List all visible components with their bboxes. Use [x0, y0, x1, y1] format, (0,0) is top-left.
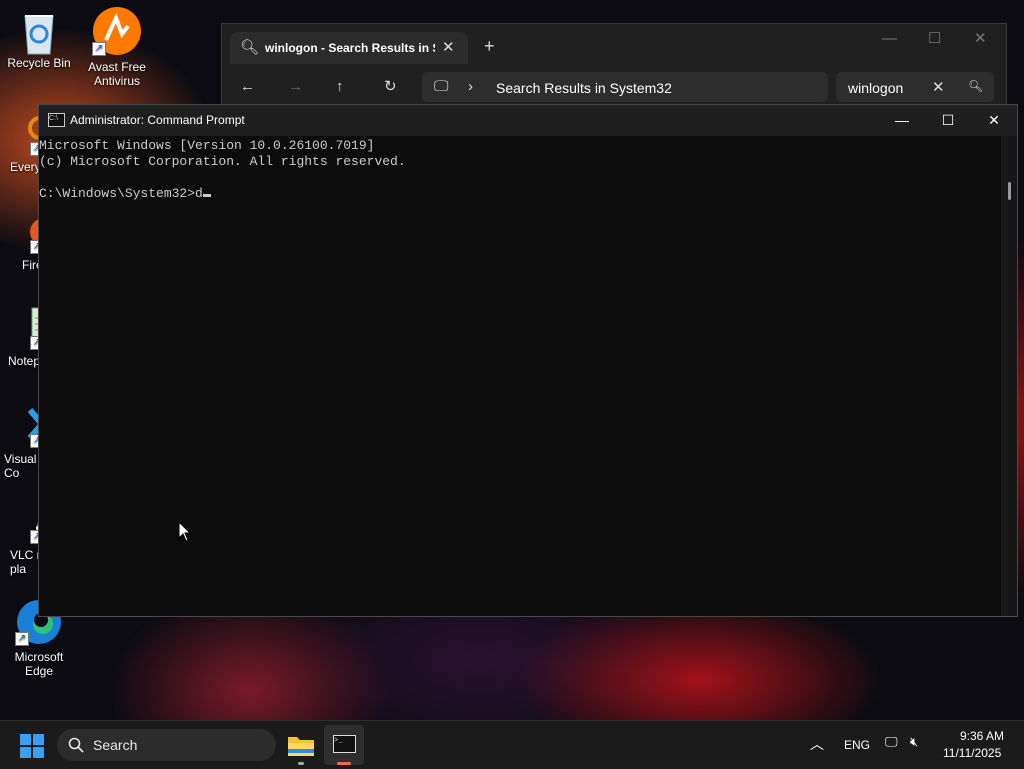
chevron-right-icon: › [468, 78, 473, 95]
console-prompt: C:\Windows\System32>d [39, 186, 203, 201]
forward-icon[interactable]: → [288, 78, 303, 95]
clear-search-icon[interactable]: ✕ [932, 78, 945, 96]
chevron-up-icon[interactable]: ︿ [810, 734, 824, 754]
computer-icon: 🖵︎ [434, 78, 449, 95]
desktop-icon-label: Microsoft Edge [14, 650, 64, 678]
up-icon[interactable]: ↑ [336, 78, 344, 95]
cmd-icon: >_ [333, 735, 356, 753]
desktop-icon-avast[interactable]: ↗ Avast Free Antivirus [79, 6, 155, 88]
mouse-pointer-icon [178, 520, 192, 548]
explorer-tab-title: winlogon - Search Results in S [265, 41, 435, 55]
address-text: Search Results in System32 [496, 80, 672, 96]
close-icon[interactable]: ✕ [974, 29, 987, 47]
scrollbar-thumb[interactable] [1008, 182, 1011, 200]
search-icon: 🔍︎ [240, 39, 260, 56]
desktop-icon-label: Recycle Bin [7, 56, 71, 70]
start-button[interactable] [20, 734, 44, 758]
clock-date[interactable]: 11/11/2025 [943, 746, 1001, 760]
active-indicator [337, 762, 351, 765]
taskbar-command-prompt[interactable]: >_ [324, 725, 364, 765]
shortcut-arrow-icon: ↗ [15, 632, 29, 646]
close-tab-icon[interactable]: ✕ [442, 38, 455, 56]
windows-logo-icon [20, 734, 31, 745]
minimize-button[interactable]: — [879, 105, 925, 136]
search-icon[interactable]: 🔍︎ [968, 79, 983, 93]
console-line: ​ [39, 170, 406, 186]
running-indicator [298, 762, 304, 765]
taskbar-search-placeholder: Search [93, 737, 138, 753]
text-cursor [202, 194, 211, 197]
windows-logo-part [33, 747, 44, 758]
explorer-search-input[interactable]: winlogon ✕ 🔍︎ [836, 72, 994, 102]
minimize-icon[interactable]: — [882, 30, 897, 47]
shortcut-arrow-icon: ↗ [92, 42, 106, 56]
close-button[interactable]: ✕ [971, 105, 1017, 136]
desktop-icon-label: Avast Free Antivirus [88, 60, 146, 88]
avast-icon: ↗ [92, 6, 142, 56]
cmd-title: Administrator: Command Prompt [70, 113, 245, 127]
clock-time[interactable]: 9:36 AM [960, 729, 1004, 743]
taskbar-search[interactable]: Search [57, 729, 276, 761]
back-icon[interactable]: ← [240, 78, 255, 95]
cmd-scrollbar[interactable] [1001, 136, 1017, 616]
windows-logo-part [20, 747, 31, 758]
search-value: winlogon [848, 80, 904, 96]
maximize-icon[interactable]: ☐ [928, 29, 941, 47]
address-bar[interactable]: 🖵︎ › Search Results in System32 [422, 72, 828, 102]
volume-muted-icon[interactable]: 🔇︎ [910, 734, 918, 750]
file-explorer-window[interactable]: 🔍︎ winlogon - Search Results in S ✕ + — … [221, 23, 1007, 115]
windows-logo-part [33, 734, 44, 745]
cmd-titlebar[interactable]: C:\ Administrator: Command Prompt — ☐ ✕ [39, 105, 1017, 136]
console-output[interactable]: Microsoft Windows [Version 10.0.26100.70… [39, 138, 406, 202]
taskbar: Search >_ ︿ ENG 🖵︎ 🔇︎ 9:36 AM 11/11/2025 [0, 720, 1024, 769]
recycle-bin-icon [17, 8, 61, 55]
cmd-icon: C:\ [48, 113, 65, 127]
taskbar-file-explorer[interactable] [281, 725, 321, 765]
explorer-tab[interactable]: 🔍︎ winlogon - Search Results in S ✕ [230, 32, 468, 64]
maximize-button[interactable]: ☐ [925, 105, 971, 136]
network-icon[interactable]: 🖵︎ [885, 734, 898, 750]
search-icon [68, 737, 84, 753]
console-line: (c) Microsoft Corporation. All rights re… [39, 154, 406, 169]
refresh-icon[interactable]: ↻ [384, 77, 397, 95]
new-tab-button[interactable]: + [484, 36, 495, 57]
desktop-icon-recycle-bin[interactable]: Recycle Bin [1, 8, 77, 70]
language-indicator[interactable]: ENG [844, 738, 870, 752]
folder-icon [288, 737, 314, 756]
console-line: Microsoft Windows [Version 10.0.26100.70… [39, 138, 375, 153]
console-prompt-line[interactable]: C:\Windows\System32>d [39, 186, 406, 202]
